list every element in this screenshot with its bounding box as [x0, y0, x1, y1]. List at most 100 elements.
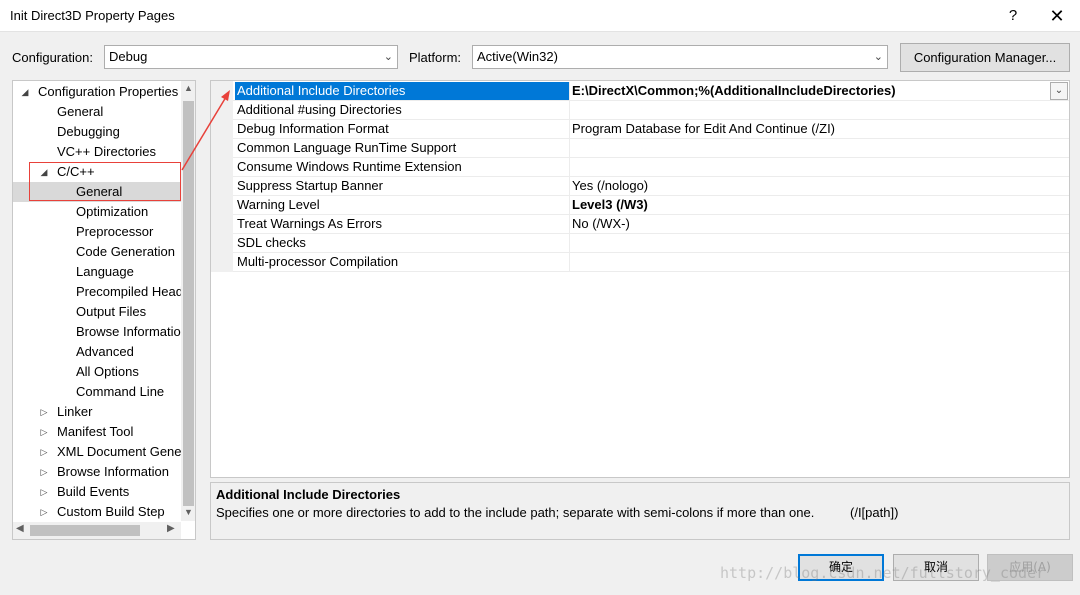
- apply-button[interactable]: 应用(A): [987, 554, 1073, 581]
- tree-item[interactable]: Optimization: [13, 202, 181, 222]
- help-button[interactable]: ?: [1000, 3, 1026, 29]
- tree-item-label: XML Document Gene: [57, 444, 182, 459]
- tree-item-label: Debugging: [57, 124, 120, 139]
- property-name: Additional #using Directories: [237, 102, 402, 117]
- collapse-arrow-icon[interactable]: ▷: [38, 462, 50, 482]
- tree-item-label: Advanced: [76, 344, 134, 359]
- cancel-button[interactable]: 取消: [893, 554, 979, 581]
- tree-item-label: Command Line: [76, 384, 165, 399]
- tree-vertical-scroll-thumb[interactable]: [183, 101, 194, 506]
- scroll-right-icon[interactable]: ▶: [167, 523, 175, 534]
- tree-item[interactable]: Precompiled Head: [13, 282, 183, 302]
- tree-item-label: Custom Build Step: [57, 504, 165, 519]
- collapse-arrow-icon[interactable]: ▷: [38, 482, 50, 502]
- property-row[interactable]: Additional Include Directories E:\DirectX…: [233, 82, 1069, 101]
- property-name: Consume Windows Runtime Extension: [237, 159, 462, 174]
- tree-item[interactable]: Code Generation: [13, 242, 181, 262]
- tree-item[interactable]: Browse Informatio: [13, 322, 181, 342]
- configuration-combo[interactable]: Debug ⌄: [104, 45, 398, 69]
- tree-item[interactable]: ◢ Configuration Properties: [13, 82, 181, 102]
- configuration-manager-button[interactable]: Configuration Manager...: [900, 43, 1070, 72]
- tree-item[interactable]: ▷ Linker: [13, 402, 181, 422]
- property-value[interactable]: No (/WX-): [572, 215, 630, 233]
- column-divider: [569, 253, 570, 272]
- tree-item[interactable]: ▷ XML Document Gene: [13, 442, 182, 462]
- collapse-arrow-icon[interactable]: ▷: [38, 402, 50, 422]
- property-row[interactable]: Suppress Startup Banner Yes (/nologo): [233, 177, 1069, 196]
- description-title: Additional Include Directories: [216, 487, 401, 502]
- column-divider: [569, 196, 570, 215]
- tree-item[interactable]: ▷ Build Events: [13, 482, 181, 502]
- tree-item[interactable]: Output Files: [13, 302, 181, 322]
- chevron-down-icon: ⌄: [873, 51, 883, 63]
- column-divider: [569, 177, 570, 196]
- tree-item[interactable]: Advanced: [13, 342, 181, 362]
- tree-item-label: Configuration Properties: [38, 84, 179, 99]
- tree-item-label: All Options: [76, 364, 139, 379]
- expand-arrow-icon[interactable]: ◢: [38, 162, 50, 182]
- tree-horizontal-scrollbar[interactable]: ◀ ▶: [13, 522, 181, 539]
- property-value[interactable]: Level3 (/W3): [572, 196, 648, 214]
- tree-item[interactable]: Language: [13, 262, 181, 282]
- tree-item-label: Optimization: [76, 204, 149, 219]
- tree-item-label: C/C++: [57, 164, 95, 179]
- title-bar: Init Direct3D Property Pages ? ✕: [0, 0, 1080, 32]
- property-row[interactable]: Treat Warnings As Errors No (/WX-): [233, 215, 1069, 234]
- column-divider: [569, 101, 570, 120]
- tree-item-label: General: [76, 184, 123, 199]
- dropdown-arrow-icon[interactable]: ⌄: [1050, 82, 1068, 100]
- scroll-left-icon[interactable]: ◀: [16, 523, 24, 534]
- tree-item[interactable]: ▷ Manifest Tool: [13, 422, 181, 442]
- property-value[interactable]: E:\DirectX\Common;%(AdditionalIncludeDir…: [572, 82, 896, 100]
- tree-item-label: VC++ Directories: [57, 144, 156, 159]
- tree-item-label: Precompiled Head: [76, 284, 183, 299]
- tree-item-label: Browse Information: [57, 464, 169, 479]
- property-name: SDL checks: [237, 235, 306, 250]
- property-row[interactable]: Multi-processor Compilation: [233, 253, 1069, 272]
- property-name: Additional Include Directories: [235, 82, 569, 100]
- scroll-up-icon[interactable]: ▲: [181, 83, 195, 93]
- property-name: Debug Information Format: [237, 121, 389, 136]
- description-text: Specifies one or more directories to add…: [216, 505, 815, 520]
- tree-item-label: Browse Informatio: [76, 324, 181, 339]
- tree-item[interactable]: VC++ Directories: [13, 142, 181, 162]
- tree-item[interactable]: Debugging: [13, 122, 181, 142]
- collapse-arrow-icon[interactable]: ▷: [38, 442, 50, 462]
- tree-item[interactable]: All Options: [13, 362, 181, 382]
- property-value[interactable]: Yes (/nologo): [572, 177, 648, 195]
- collapse-arrow-icon[interactable]: ▷: [38, 422, 50, 442]
- chevron-down-icon: ⌄: [383, 51, 393, 63]
- description-switch: (/I[path]): [850, 505, 899, 520]
- tree-vertical-scrollbar[interactable]: ▲ ▼: [181, 81, 195, 521]
- property-row[interactable]: Warning Level Level3 (/W3): [233, 196, 1069, 215]
- ok-button[interactable]: 确定: [798, 554, 884, 581]
- tree-item[interactable]: ▷ Browse Information: [13, 462, 181, 482]
- tree-item-label: Code Generation: [76, 244, 176, 259]
- tree-item[interactable]: Preprocessor: [13, 222, 181, 242]
- platform-value: Active(Win32): [477, 49, 558, 64]
- property-tree[interactable]: ▷ Custom Build Step ▷ Build Events ▷ Browse I…: [12, 80, 196, 540]
- tree-item[interactable]: General: [13, 182, 181, 202]
- tree-item[interactable]: ◢ C/C++: [13, 162, 181, 182]
- tree-item[interactable]: Command Line: [13, 382, 181, 402]
- scroll-down-icon[interactable]: ▼: [181, 507, 195, 517]
- property-value[interactable]: Program Database for Edit And Continue (…: [572, 120, 835, 138]
- tree-horizontal-scroll-thumb[interactable]: [30, 525, 140, 536]
- property-row[interactable]: Debug Information Format Program Database…: [233, 120, 1069, 139]
- property-row[interactable]: SDL checks: [233, 234, 1069, 253]
- close-button[interactable]: ✕: [1044, 3, 1070, 29]
- property-grid[interactable]: Additional Include Directories E:\DirectX…: [210, 80, 1070, 478]
- expand-arrow-icon[interactable]: ◢: [19, 82, 31, 102]
- property-row[interactable]: Consume Windows Runtime Extension: [233, 158, 1069, 177]
- column-divider: [569, 158, 570, 177]
- property-row[interactable]: Additional #using Directories: [233, 101, 1069, 120]
- tree-item-label: General: [57, 104, 104, 119]
- tree-item-label: Preprocessor: [76, 224, 154, 239]
- tree-item[interactable]: General: [13, 102, 181, 122]
- tree-item[interactable]: ▷ Custom Build Step: [13, 502, 181, 522]
- collapse-arrow-icon[interactable]: ▷: [38, 502, 50, 522]
- description-panel: Additional Include Directories Specifies…: [210, 482, 1070, 540]
- platform-combo[interactable]: Active(Win32) ⌄: [472, 45, 888, 69]
- property-row[interactable]: Common Language RunTime Support: [233, 139, 1069, 158]
- column-divider: [569, 234, 570, 253]
